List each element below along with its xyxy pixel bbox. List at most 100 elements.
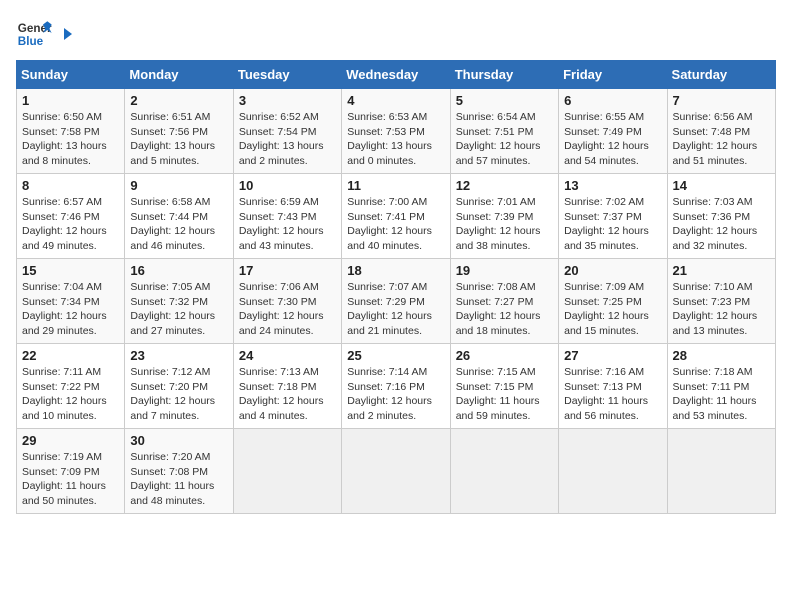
calendar-cell: 27 Sunrise: 7:16 AMSunset: 7:13 PMDayligh… — [559, 344, 667, 429]
svg-text:Blue: Blue — [18, 35, 44, 48]
calendar-cell — [450, 429, 558, 514]
day-number: 12 — [456, 178, 553, 193]
day-number: 28 — [673, 348, 770, 363]
calendar-cell: 28 Sunrise: 7:18 AMSunset: 7:11 PMDayligh… — [667, 344, 775, 429]
day-info: Sunrise: 7:05 AMSunset: 7:32 PMDaylight:… — [130, 280, 227, 339]
calendar-cell: 13 Sunrise: 7:02 AMSunset: 7:37 PMDayligh… — [559, 174, 667, 259]
calendar-cell: 15 Sunrise: 7:04 AMSunset: 7:34 PMDayligh… — [17, 259, 125, 344]
day-info: Sunrise: 6:50 AMSunset: 7:58 PMDaylight:… — [22, 110, 119, 169]
day-header-wednesday: Wednesday — [342, 61, 450, 89]
logo-icon: General Blue — [16, 16, 52, 52]
day-number: 29 — [22, 433, 119, 448]
day-info: Sunrise: 6:59 AMSunset: 7:43 PMDaylight:… — [239, 195, 336, 254]
calendar-cell: 10 Sunrise: 6:59 AMSunset: 7:43 PMDayligh… — [233, 174, 341, 259]
day-number: 10 — [239, 178, 336, 193]
day-header-monday: Monday — [125, 61, 233, 89]
day-number: 27 — [564, 348, 661, 363]
day-info: Sunrise: 7:06 AMSunset: 7:30 PMDaylight:… — [239, 280, 336, 339]
day-number: 25 — [347, 348, 444, 363]
day-number: 17 — [239, 263, 336, 278]
day-info: Sunrise: 7:11 AMSunset: 7:22 PMDaylight:… — [22, 365, 119, 424]
calendar-cell: 26 Sunrise: 7:15 AMSunset: 7:15 PMDayligh… — [450, 344, 558, 429]
calendar-cell — [233, 429, 341, 514]
calendar-cell — [342, 429, 450, 514]
day-info: Sunrise: 7:03 AMSunset: 7:36 PMDaylight:… — [673, 195, 770, 254]
day-info: Sunrise: 7:07 AMSunset: 7:29 PMDaylight:… — [347, 280, 444, 339]
calendar-cell: 24 Sunrise: 7:13 AMSunset: 7:18 PMDayligh… — [233, 344, 341, 429]
day-info: Sunrise: 7:04 AMSunset: 7:34 PMDaylight:… — [22, 280, 119, 339]
day-info: Sunrise: 7:15 AMSunset: 7:15 PMDaylight:… — [456, 365, 553, 424]
calendar-cell: 14 Sunrise: 7:03 AMSunset: 7:36 PMDayligh… — [667, 174, 775, 259]
day-info: Sunrise: 6:55 AMSunset: 7:49 PMDaylight:… — [564, 110, 661, 169]
day-header-saturday: Saturday — [667, 61, 775, 89]
day-number: 1 — [22, 93, 119, 108]
day-number: 26 — [456, 348, 553, 363]
calendar-cell: 11 Sunrise: 7:00 AMSunset: 7:41 PMDayligh… — [342, 174, 450, 259]
day-number: 8 — [22, 178, 119, 193]
calendar-cell: 30 Sunrise: 7:20 AMSunset: 7:08 PMDayligh… — [125, 429, 233, 514]
day-number: 22 — [22, 348, 119, 363]
day-number: 30 — [130, 433, 227, 448]
day-number: 16 — [130, 263, 227, 278]
calendar-cell: 25 Sunrise: 7:14 AMSunset: 7:16 PMDayligh… — [342, 344, 450, 429]
day-number: 4 — [347, 93, 444, 108]
day-number: 11 — [347, 178, 444, 193]
day-info: Sunrise: 7:18 AMSunset: 7:11 PMDaylight:… — [673, 365, 770, 424]
calendar-cell: 7 Sunrise: 6:56 AMSunset: 7:48 PMDaylight… — [667, 89, 775, 174]
calendar-cell: 29Sunrise: 7:19 AMSunset: 7:09 PMDayligh… — [17, 429, 125, 514]
day-info: Sunrise: 7:08 AMSunset: 7:27 PMDaylight:… — [456, 280, 553, 339]
day-number: 24 — [239, 348, 336, 363]
day-number: 5 — [456, 93, 553, 108]
logo-arrow-icon — [58, 25, 76, 43]
calendar-cell: 9Sunrise: 6:58 AMSunset: 7:44 PMDaylight… — [125, 174, 233, 259]
day-info: Sunrise: 6:53 AMSunset: 7:53 PMDaylight:… — [347, 110, 444, 169]
calendar-cell: 18 Sunrise: 7:07 AMSunset: 7:29 PMDayligh… — [342, 259, 450, 344]
calendar-cell — [667, 429, 775, 514]
day-info: Sunrise: 7:13 AMSunset: 7:18 PMDaylight:… — [239, 365, 336, 424]
day-header-sunday: Sunday — [17, 61, 125, 89]
day-info: Sunrise: 7:20 AMSunset: 7:08 PMDaylight:… — [130, 450, 227, 509]
day-info: Sunrise: 6:57 AMSunset: 7:46 PMDaylight:… — [22, 195, 119, 254]
calendar-cell: 16 Sunrise: 7:05 AMSunset: 7:32 PMDayligh… — [125, 259, 233, 344]
day-number: 9 — [130, 178, 227, 193]
day-number: 6 — [564, 93, 661, 108]
calendar-cell: 1 Sunrise: 6:50 AMSunset: 7:58 PMDaylight… — [17, 89, 125, 174]
day-number: 23 — [130, 348, 227, 363]
day-number: 20 — [564, 263, 661, 278]
calendar-cell: 20Sunrise: 7:09 AMSunset: 7:25 PMDayligh… — [559, 259, 667, 344]
calendar-cell: 17 Sunrise: 7:06 AMSunset: 7:30 PMDayligh… — [233, 259, 341, 344]
calendar-cell: 4 Sunrise: 6:53 AMSunset: 7:53 PMDaylight… — [342, 89, 450, 174]
day-info: Sunrise: 6:51 AMSunset: 7:56 PMDaylight:… — [130, 110, 227, 169]
calendar-cell: 8 Sunrise: 6:57 AMSunset: 7:46 PMDaylight… — [17, 174, 125, 259]
calendar-cell: 6 Sunrise: 6:55 AMSunset: 7:49 PMDaylight… — [559, 89, 667, 174]
day-number: 21 — [673, 263, 770, 278]
day-info: Sunrise: 7:10 AMSunset: 7:23 PMDaylight:… — [673, 280, 770, 339]
day-number: 15 — [22, 263, 119, 278]
calendar-cell: 2 Sunrise: 6:51 AMSunset: 7:56 PMDaylight… — [125, 89, 233, 174]
calendar-cell: 21 Sunrise: 7:10 AMSunset: 7:23 PMDayligh… — [667, 259, 775, 344]
day-info: Sunrise: 7:16 AMSunset: 7:13 PMDaylight:… — [564, 365, 661, 424]
day-header-thursday: Thursday — [450, 61, 558, 89]
day-header-friday: Friday — [559, 61, 667, 89]
day-info: Sunrise: 7:00 AMSunset: 7:41 PMDaylight:… — [347, 195, 444, 254]
calendar-cell: 5Sunrise: 6:54 AMSunset: 7:51 PMDaylight… — [450, 89, 558, 174]
day-info: Sunrise: 7:01 AMSunset: 7:39 PMDaylight:… — [456, 195, 553, 254]
day-info: Sunrise: 7:12 AMSunset: 7:20 PMDaylight:… — [130, 365, 227, 424]
logo: General Blue — [16, 16, 76, 52]
calendar-table: SundayMondayTuesdayWednesdayThursdayFrid… — [16, 60, 776, 514]
day-header-tuesday: Tuesday — [233, 61, 341, 89]
day-number: 14 — [673, 178, 770, 193]
day-number: 3 — [239, 93, 336, 108]
day-number: 13 — [564, 178, 661, 193]
day-info: Sunrise: 6:56 AMSunset: 7:48 PMDaylight:… — [673, 110, 770, 169]
day-info: Sunrise: 7:02 AMSunset: 7:37 PMDaylight:… — [564, 195, 661, 254]
calendar-cell: 22 Sunrise: 7:11 AMSunset: 7:22 PMDayligh… — [17, 344, 125, 429]
calendar-cell: 3Sunrise: 6:52 AMSunset: 7:54 PMDaylight… — [233, 89, 341, 174]
header: General Blue — [16, 16, 776, 52]
calendar-cell: 19Sunrise: 7:08 AMSunset: 7:27 PMDayligh… — [450, 259, 558, 344]
day-number: 7 — [673, 93, 770, 108]
day-number: 18 — [347, 263, 444, 278]
calendar-cell: 23 Sunrise: 7:12 AMSunset: 7:20 PMDayligh… — [125, 344, 233, 429]
day-info: Sunrise: 7:14 AMSunset: 7:16 PMDaylight:… — [347, 365, 444, 424]
day-number: 2 — [130, 93, 227, 108]
